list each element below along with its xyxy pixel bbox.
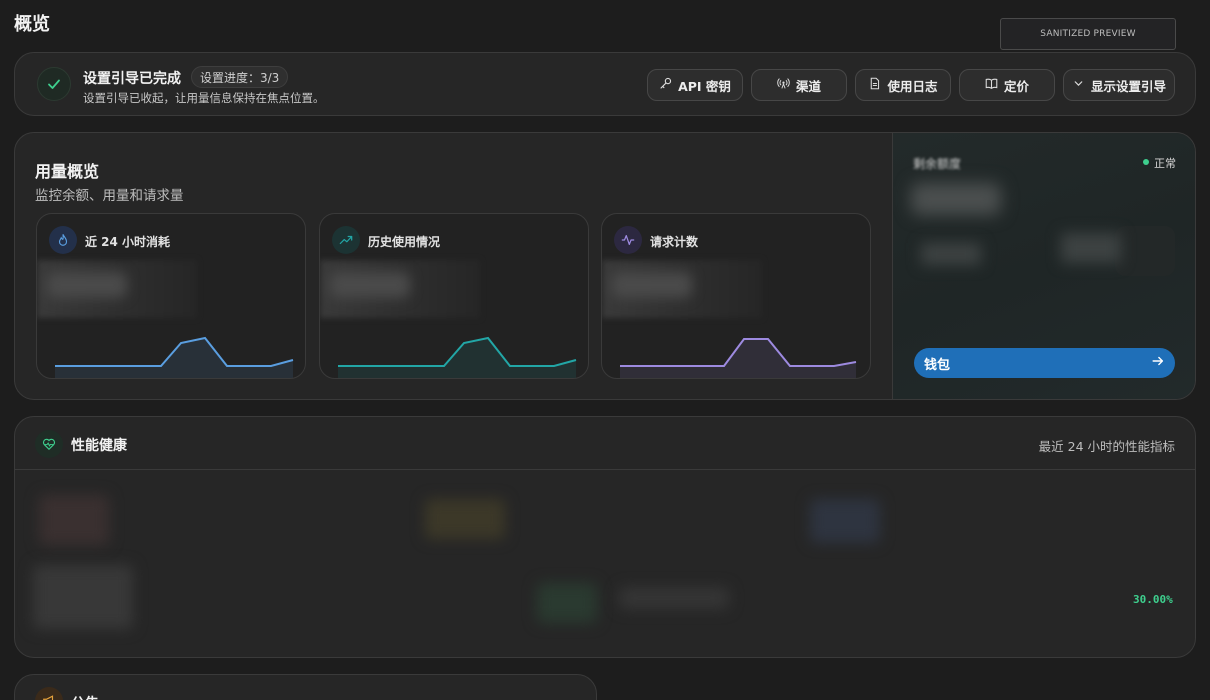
notice-card: 公告	[14, 674, 597, 700]
broadcast-icon	[777, 77, 790, 93]
success-rate-percent: 30.00%	[1133, 593, 1173, 606]
blurred-metric	[810, 499, 880, 543]
usage-logs-label: 使用日志	[887, 78, 938, 94]
blurred-box	[1115, 226, 1175, 276]
consumption-24h-label: 近 24 小时消耗	[85, 235, 171, 249]
performance-title: 性能健康	[71, 438, 127, 454]
blurred-detail	[921, 243, 981, 265]
usage-title: 用量概览	[35, 162, 100, 181]
performance-note: 最近 24 小时的性能指标	[1038, 439, 1175, 454]
performance-health-card: 性能健康 最近 24 小时的性能指标 30.00%	[14, 416, 1196, 658]
preview-box: SANITIZED PREVIEW	[1000, 18, 1176, 50]
blurred-detail	[1061, 233, 1121, 263]
blurred-metric	[619, 587, 729, 609]
usage-overview-card: 用量概览 监控余额、用量和请求量 近 24 小时消耗 历史使用情况 请求计数 剩…	[14, 132, 1196, 400]
status-dot	[1143, 159, 1149, 165]
arrow-right-icon	[1151, 354, 1165, 372]
page-title: 概览	[14, 14, 50, 35]
channels-label: 渠道	[795, 78, 821, 94]
usage-history-card[interactable]: 历史使用情况	[319, 213, 589, 379]
blurred-number	[612, 272, 692, 298]
usage-history-sparkline	[338, 336, 577, 378]
check-icon	[37, 67, 71, 101]
usage-logs-button[interactable]: 使用日志	[855, 69, 951, 101]
show-setup-guide-label: 显示设置引导	[1090, 78, 1166, 94]
pricing-button[interactable]: 定价	[959, 69, 1055, 101]
flame-icon	[49, 226, 77, 254]
megaphone-icon	[35, 687, 63, 700]
pricing-label: 定价	[1003, 78, 1029, 94]
blurred-number	[330, 272, 410, 298]
show-setup-guide-button[interactable]: 显示设置引导	[1063, 69, 1175, 101]
setup-card: 设置引导已完成 设置进度：3/3 设置引导已收起，让用量信息保持在焦点位置。 A…	[14, 52, 1196, 116]
blurred-metric	[39, 495, 109, 545]
trending-up-icon	[332, 226, 360, 254]
request-count-label: 请求计数	[650, 235, 699, 249]
blurred-metric	[33, 565, 133, 629]
setup-subtitle: 设置引导已收起，让用量信息保持在焦点位置。	[83, 91, 325, 105]
request-count-sparkline	[620, 338, 857, 378]
wallet-label: 钱包	[924, 357, 951, 373]
status-text: 正常	[1154, 157, 1176, 170]
activity-icon	[614, 226, 642, 254]
blurred-number	[47, 272, 127, 298]
wallet-button[interactable]: 钱包	[914, 348, 1175, 378]
request-count-card[interactable]: 请求计数	[601, 213, 871, 379]
blurred-balance	[911, 183, 1001, 215]
setup-progress-badge: 设置进度：3/3	[191, 66, 289, 88]
notice-title: 公告	[71, 693, 99, 700]
consumption-sparkline	[55, 336, 294, 378]
heart-pulse-icon	[35, 430, 63, 458]
balance-panel: 剩余额度 正常 钱包	[892, 133, 1195, 399]
api-key-button[interactable]: API 密钥	[647, 69, 743, 101]
usage-history-label: 历史使用情况	[368, 235, 441, 249]
blurred-metric	[537, 583, 597, 623]
document-icon	[868, 77, 881, 93]
setup-title: 设置引导已完成	[83, 71, 181, 87]
book-icon	[985, 77, 998, 93]
blurred-metric	[425, 499, 505, 539]
performance-header: 性能健康 最近 24 小时的性能指标	[15, 417, 1195, 470]
remaining-quota-label: 剩余额度	[913, 157, 962, 171]
consumption-24h-card[interactable]: 近 24 小时消耗	[36, 213, 306, 379]
channels-button[interactable]: 渠道	[751, 69, 847, 101]
chevron-down-icon	[1072, 77, 1085, 93]
usage-subtitle: 监控余额、用量和请求量	[35, 188, 184, 204]
key-icon	[659, 77, 672, 93]
api-key-label: API 密钥	[678, 78, 731, 94]
